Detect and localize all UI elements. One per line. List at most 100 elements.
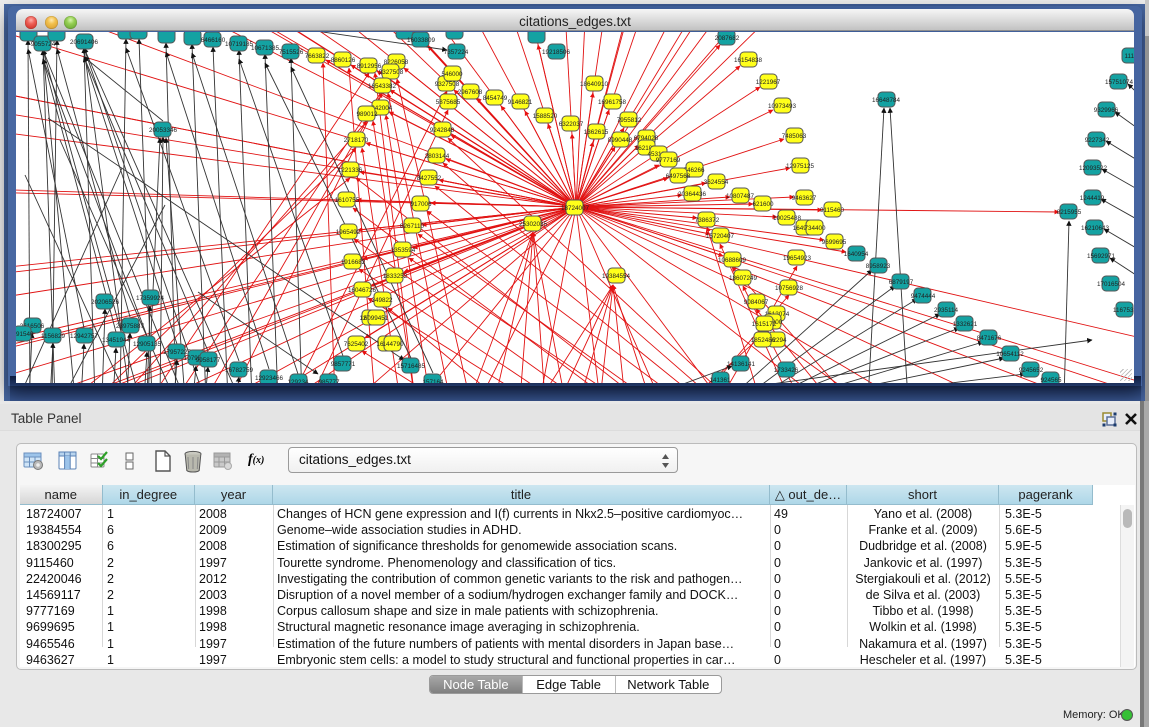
svg-text:9055724: 9055724	[31, 41, 56, 48]
svg-text:12975125: 12975125	[786, 163, 815, 170]
svg-text:19218506: 19218506	[542, 49, 571, 56]
svg-text:1221967: 1221967	[756, 79, 781, 86]
svg-text:9227342: 9227342	[1085, 137, 1110, 144]
svg-text:1156829: 1156829	[41, 333, 66, 340]
svg-text:1965492: 1965492	[336, 229, 361, 236]
svg-text:9699695: 9699695	[822, 239, 847, 246]
svg-text:985777: 985777	[318, 379, 340, 383]
svg-text:16648784: 16648784	[872, 97, 901, 104]
svg-text:16033809: 16033809	[407, 37, 436, 44]
svg-text:9474444: 9474444	[911, 293, 936, 300]
svg-text:16782759: 16782759	[225, 367, 254, 374]
svg-text:20206526: 20206526	[91, 299, 120, 306]
svg-text:10756928: 10756928	[775, 285, 804, 292]
svg-text:10973493: 10973493	[768, 103, 797, 110]
svg-text:141361: 141361	[709, 377, 731, 383]
svg-text:1588520: 1588520	[533, 113, 558, 120]
svg-text:8427552: 8427552	[417, 175, 442, 182]
svg-text:9857771: 9857771	[331, 361, 356, 368]
svg-text:7386372: 7386372	[695, 217, 720, 224]
svg-text:15716485: 15716485	[397, 363, 426, 370]
svg-text:16543382: 16543382	[368, 83, 397, 90]
svg-text:1167533: 1167533	[1113, 307, 1134, 314]
svg-text:3624554: 3624554	[704, 179, 729, 186]
svg-text:9463627: 9463627	[792, 195, 817, 202]
svg-text:1221336: 1221336	[338, 167, 363, 174]
svg-text:7625402: 7625402	[344, 341, 369, 348]
svg-text:2087682: 2087682	[715, 35, 740, 42]
svg-text:16210643: 16210643	[1081, 225, 1110, 232]
svg-text:157164: 157164	[422, 379, 444, 383]
svg-text:19654923: 19654923	[783, 255, 812, 262]
svg-text:1353594: 1353594	[391, 247, 416, 254]
svg-text:8958923: 8958923	[866, 263, 891, 270]
svg-text:17359924: 17359924	[136, 295, 165, 302]
svg-text:9327508: 9327508	[379, 69, 404, 76]
svg-text:2967608: 2967608	[458, 89, 483, 96]
svg-text:12923466: 12923466	[255, 375, 284, 382]
svg-text:18607249: 18607249	[729, 275, 758, 282]
svg-text:8267110: 8267110	[400, 223, 425, 230]
svg-text:9777169: 9777169	[656, 157, 681, 164]
svg-text:10688609: 10688609	[718, 257, 747, 264]
svg-text:2718170: 2718170	[344, 137, 369, 144]
svg-text:917006: 917006	[410, 201, 432, 208]
svg-text:8215955: 8215955	[1057, 209, 1082, 216]
svg-text:7955812: 7955812	[617, 117, 642, 124]
svg-text:1733426: 1733426	[774, 367, 799, 374]
svg-text:1916682: 1916682	[341, 259, 366, 266]
svg-text:1640954: 1640954	[844, 251, 869, 258]
svg-text:144790: 144790	[382, 341, 404, 348]
svg-text:10671385: 10671385	[251, 45, 280, 52]
svg-text:1610755: 1610755	[335, 197, 360, 204]
svg-text:16961758: 16961758	[598, 99, 627, 106]
svg-text:9245652: 9245652	[1019, 367, 1044, 374]
svg-text:16046726: 16046726	[348, 287, 377, 294]
svg-text:6879197: 6879197	[889, 279, 914, 286]
svg-text:9958177: 9958177	[196, 357, 221, 364]
svg-text:20691406: 20691406	[70, 39, 99, 46]
svg-text:924565: 924565	[1040, 377, 1062, 383]
svg-text:9146821: 9146821	[508, 99, 533, 106]
svg-text:15692971: 15692971	[1087, 253, 1116, 260]
svg-text:19384554: 19384554	[602, 273, 631, 280]
svg-text:6466160: 6466160	[201, 37, 226, 44]
svg-text:18640910: 18640910	[580, 81, 609, 88]
svg-text:7485063: 7485063	[782, 133, 807, 140]
svg-text:2935114: 2935114	[934, 307, 959, 314]
svg-text:9084067: 9084067	[744, 299, 769, 306]
svg-text:20364436: 20364436	[678, 191, 707, 198]
svg-text:129234: 129234	[287, 379, 309, 383]
svg-text:8471676: 8471676	[977, 335, 1002, 342]
svg-text:9242848: 9242848	[430, 127, 455, 134]
svg-text:14136141: 14136141	[727, 361, 756, 368]
svg-text:734400: 734400	[804, 225, 826, 232]
svg-text:7357224: 7357224	[444, 49, 469, 56]
svg-text:1615172: 1615172	[752, 321, 777, 328]
svg-text:20053346: 20053346	[149, 127, 178, 134]
svg-text:7515526: 7515526	[279, 49, 304, 56]
svg-text:6322037: 6322037	[559, 121, 584, 128]
svg-text:16154838: 16154838	[734, 57, 763, 64]
svg-text:1852486: 1852486	[751, 337, 776, 344]
svg-text:546000: 546000	[441, 71, 463, 78]
svg-text:15751074: 15751074	[1105, 79, 1134, 86]
svg-text:10654112: 10654112	[996, 351, 1024, 358]
svg-text:8454749: 8454749	[483, 95, 508, 102]
svg-text:9327508: 9327508	[435, 81, 460, 88]
svg-text:391540: 391540	[16, 331, 34, 338]
svg-text:1362615: 1362615	[584, 129, 609, 136]
svg-text:1332621: 1332621	[953, 321, 978, 328]
svg-text:7663822: 7663822	[305, 53, 330, 60]
svg-text:1833252: 1833252	[383, 273, 408, 280]
svg-text:5875685: 5875685	[436, 99, 461, 106]
svg-text:9329966: 9329966	[1094, 107, 1119, 114]
svg-text:12942757: 12942757	[70, 333, 99, 340]
svg-text:10807487: 10807487	[726, 193, 755, 200]
svg-text:17016504: 17016504	[1097, 281, 1126, 288]
svg-text:9115460: 9115460	[820, 207, 845, 214]
svg-text:25302035: 25302035	[519, 221, 548, 228]
svg-text:1244419: 1244419	[1080, 195, 1105, 202]
svg-text:13451944: 13451944	[102, 337, 131, 344]
svg-text:2803144: 2803144	[425, 153, 450, 160]
